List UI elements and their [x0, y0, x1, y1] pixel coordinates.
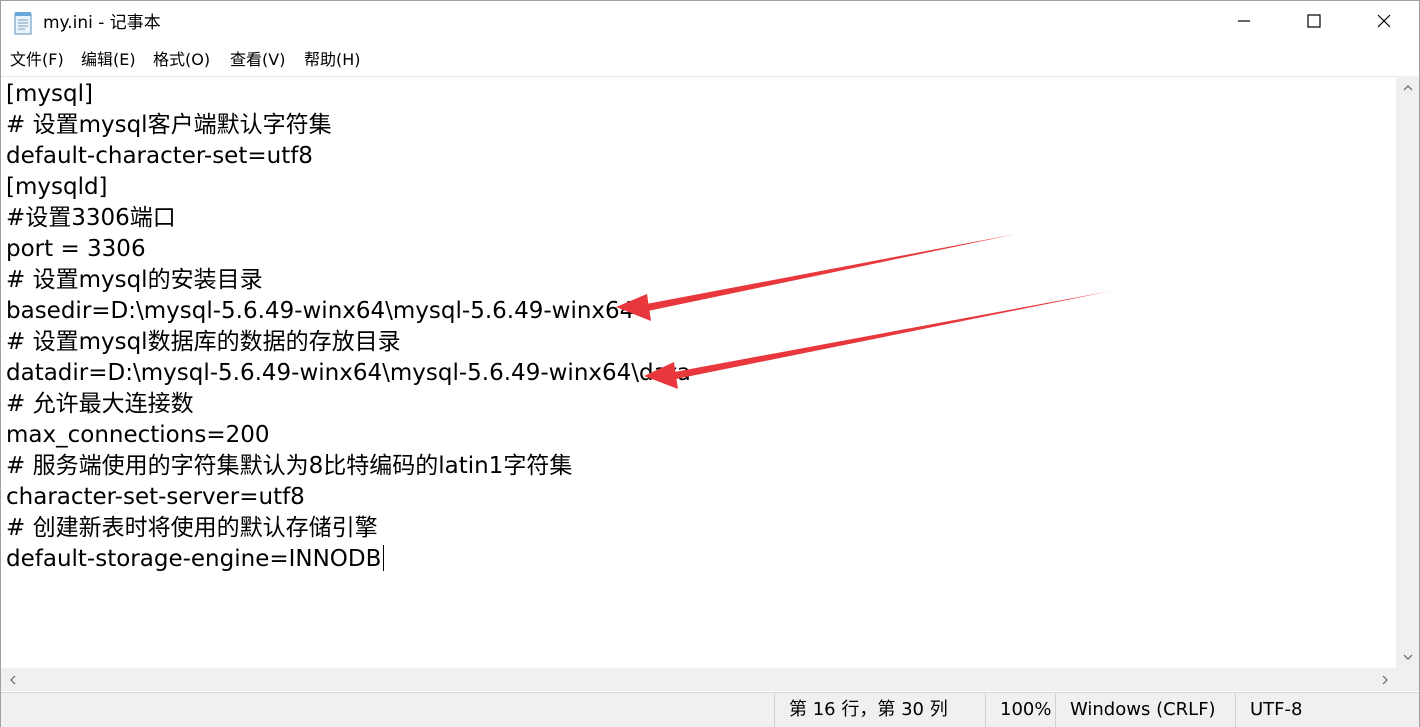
- scrollbar-corner: [1396, 668, 1419, 691]
- editor-line: # 设置mysql的安装目录: [6, 267, 263, 293]
- editor-line-last: default-storage-engine=INNODB: [6, 544, 385, 575]
- menu-format[interactable]: 格式(O): [151, 48, 212, 72]
- status-bar: 第 16 行，第 30 列 100% Windows (CRLF) UTF-8: [1, 692, 1419, 727]
- menu-help[interactable]: 帮助(H): [302, 48, 363, 72]
- menu-edit[interactable]: 编辑(E): [79, 48, 138, 72]
- editor-line: # 允许最大连接数: [6, 391, 194, 417]
- editor-line: # 设置mysql数据库的数据的存放目录: [6, 329, 401, 355]
- text-editor[interactable]: [mysql] # 设置mysql客户端默认字符集 default-charac…: [1, 76, 1396, 669]
- scroll-down-icon[interactable]: [1396, 645, 1419, 668]
- scroll-up-icon[interactable]: [1396, 76, 1419, 99]
- editor-line: port = 3306: [6, 236, 146, 262]
- menu-bar: 文件(F) 编辑(E) 格式(O) 查看(V) 帮助(H): [1, 46, 1419, 74]
- vertical-scrollbar[interactable]: [1396, 76, 1419, 668]
- window-title: my.ini - 记事本: [43, 13, 161, 33]
- minimize-button[interactable]: [1209, 1, 1279, 45]
- editor-line: basedir=D:\mysql-5.6.49-winx64\mysql-5.6…: [6, 298, 635, 324]
- text-caret: [383, 545, 385, 571]
- maximize-button[interactable]: [1279, 1, 1349, 45]
- editor-line: [mysql]: [6, 81, 93, 107]
- editor-line: # 创建新表时将使用的默认存储引擎: [6, 515, 378, 541]
- status-cursor-position: 第 16 行，第 30 列: [774, 693, 985, 727]
- editor-line: #设置3306端口: [6, 205, 176, 231]
- editor-line-text: default-storage-engine=INNODB: [6, 546, 382, 572]
- editor-line: datadir=D:\mysql-5.6.49-winx64\mysql-5.6…: [6, 360, 691, 386]
- minimize-icon: [1236, 13, 1252, 33]
- notepad-window: my.ini - 记事本 文件(F) 编辑(E) 格式(O) 查看(V) 帮助(…: [0, 0, 1420, 727]
- editor-line: default-character-set=utf8: [6, 143, 313, 169]
- close-icon: [1376, 13, 1392, 33]
- editor-line: [mysqld]: [6, 174, 108, 200]
- status-encoding: UTF-8: [1235, 693, 1419, 727]
- status-line-ending: Windows (CRLF): [1055, 693, 1235, 727]
- title-bar[interactable]: my.ini - 记事本: [1, 1, 1419, 45]
- notepad-icon: [13, 11, 33, 35]
- editor-line: # 服务端使用的字符集默认为8比特编码的latin1字符集: [6, 453, 573, 479]
- editor-line: max_connections=200: [6, 422, 270, 448]
- editor-line: character-set-server=utf8: [6, 484, 305, 510]
- horizontal-scrollbar[interactable]: [1, 668, 1396, 691]
- scroll-left-icon[interactable]: [1, 668, 24, 691]
- close-button[interactable]: [1349, 1, 1419, 45]
- scroll-right-icon[interactable]: [1373, 668, 1396, 691]
- editor-line: # 设置mysql客户端默认字符集: [6, 112, 332, 138]
- menu-file[interactable]: 文件(F): [8, 48, 66, 72]
- menu-view[interactable]: 查看(V): [228, 48, 287, 72]
- status-zoom: 100%: [985, 693, 1055, 727]
- maximize-icon: [1306, 13, 1322, 33]
